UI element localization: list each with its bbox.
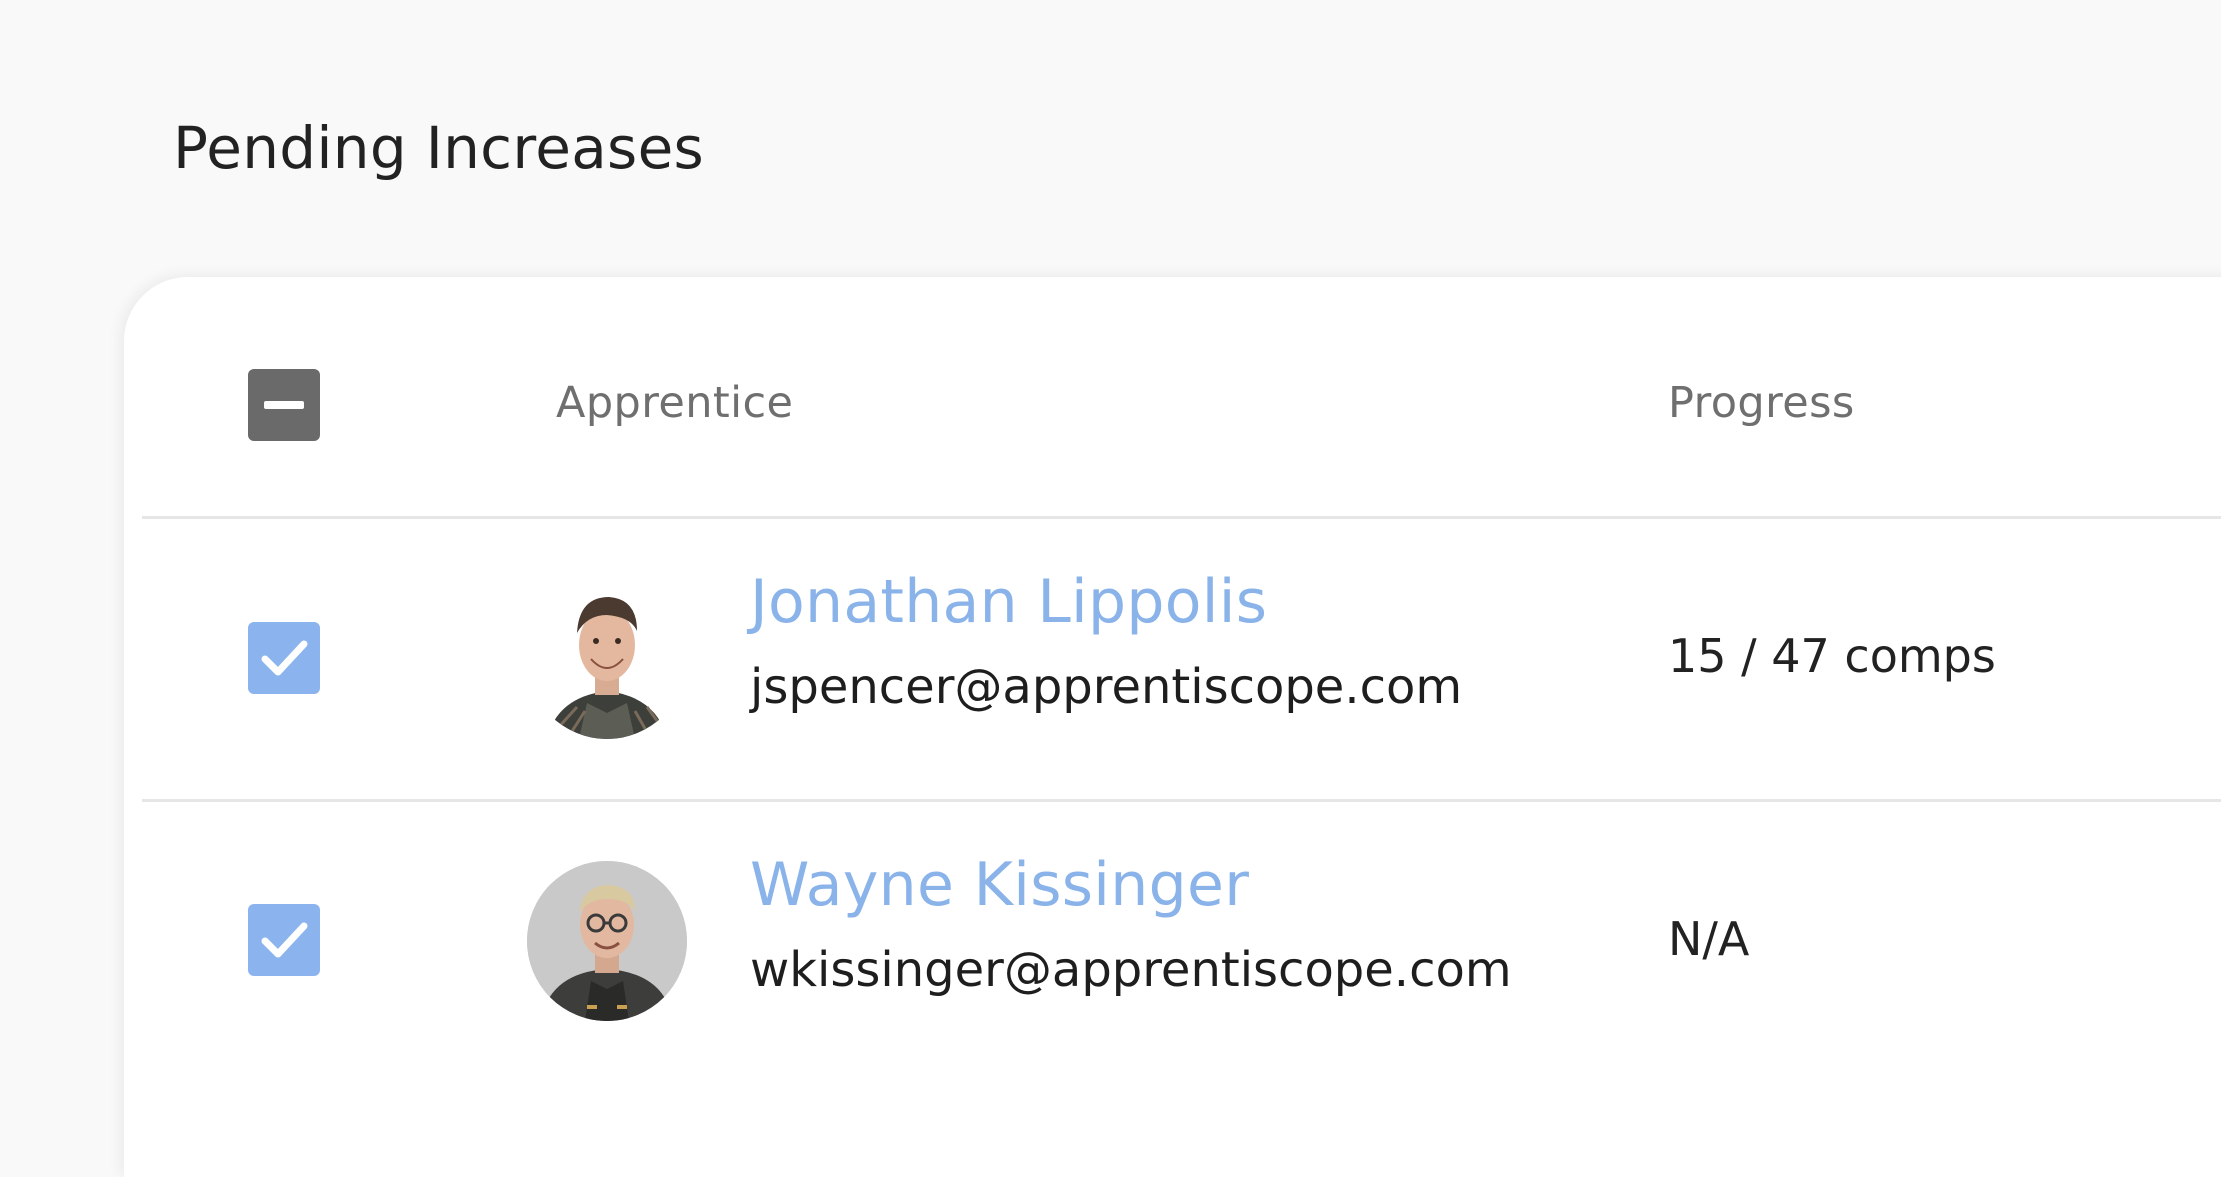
apprentice-email: wkissinger@apprentiscope.com xyxy=(750,942,1512,998)
checkmark-icon xyxy=(261,922,308,958)
apprentice-name-link[interactable]: Wayne Kissinger xyxy=(750,847,1249,923)
avatar xyxy=(527,579,687,739)
page-title: Pending Increases xyxy=(173,114,705,182)
apprentice-name-link[interactable]: Jonathan Lippolis xyxy=(750,564,1267,640)
column-header-apprentice[interactable]: Apprentice xyxy=(556,373,793,433)
select-all-checkbox[interactable] xyxy=(248,369,320,441)
avatar xyxy=(527,861,687,1021)
column-header-progress[interactable]: Progress xyxy=(1668,373,1855,433)
row-checkbox[interactable] xyxy=(248,622,320,694)
person-photo-icon xyxy=(527,861,687,1021)
row-checkbox[interactable] xyxy=(248,904,320,976)
table-row: Jonathan Lippolis jspencer@apprentiscope… xyxy=(142,519,2221,802)
apprentice-table: Apprentice Progress Jonathan Lippolis js… xyxy=(124,277,2221,1177)
progress-value: 15 / 47 comps xyxy=(1668,629,1996,683)
table-row: Wayne Kissinger wkissinger@apprentiscope… xyxy=(142,802,2221,1082)
apprentice-email: jspencer@apprentiscope.com xyxy=(750,659,1463,715)
checkmark-icon xyxy=(261,640,308,676)
progress-value: N/A xyxy=(1668,912,1750,966)
table-header-row: Apprentice Progress xyxy=(142,277,2221,519)
minus-icon xyxy=(264,401,304,409)
person-photo-icon xyxy=(527,579,687,739)
